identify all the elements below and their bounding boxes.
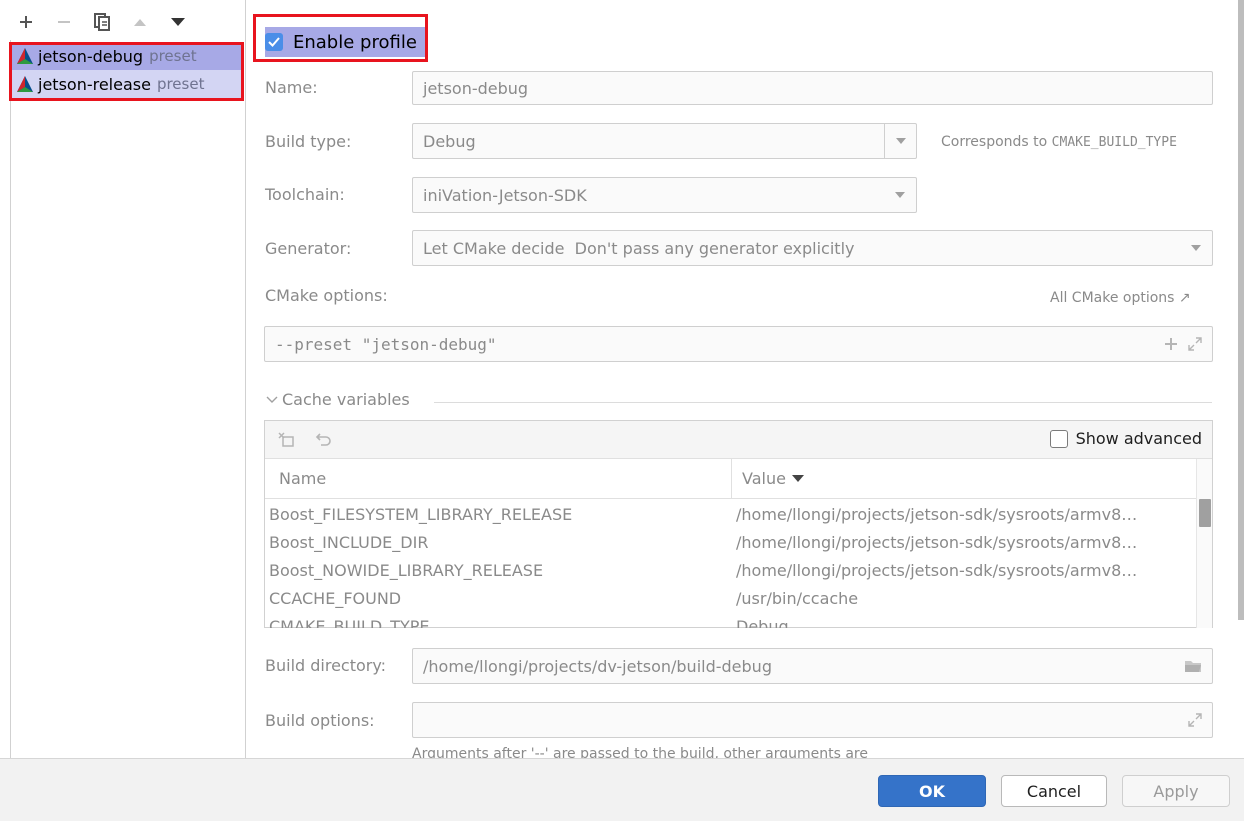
chevron-down-icon[interactable] <box>1180 231 1212 265</box>
build-directory-field[interactable]: /home/llongi/projects/dv-jetson/build-de… <box>412 648 1213 684</box>
cache-variables-toggle[interactable]: Cache variables <box>266 390 410 409</box>
profile-item-jetson-release[interactable]: jetson-release preset <box>12 70 244 98</box>
name-label: Name: <box>265 78 318 97</box>
profiles-pane <box>0 0 246 758</box>
show-advanced-checkbox[interactable] <box>1049 429 1068 448</box>
cancel-button[interactable]: Cancel <box>1001 775 1107 807</box>
build-options-field[interactable] <box>412 702 1213 738</box>
chevron-down-icon <box>266 396 278 403</box>
build-options-hint: Arguments after '--' are passed to the b… <box>412 746 868 758</box>
cache-table-header: Name Value <box>265 459 1197 499</box>
chevron-down-icon[interactable] <box>884 178 916 212</box>
cmake-icon <box>17 76 33 92</box>
show-advanced-toggle[interactable]: Show advanced <box>1049 429 1202 448</box>
profile-name: jetson-debug <box>38 46 144 66</box>
move-down-icon[interactable] <box>162 8 194 36</box>
generator-value: Let CMake decide Don't pass any generato… <box>423 238 855 258</box>
all-cmake-options-link[interactable]: All CMake options ↗ <box>1050 290 1191 306</box>
table-row[interactable]: CCACHE_FOUND /usr/bin/ccache <box>265 584 1197 612</box>
cmake-options-field[interactable]: --preset "jetson-debug" <box>264 326 1213 362</box>
profile-name: jetson-release <box>38 74 151 94</box>
profile-list: jetson-debug preset jetson-release prese… <box>12 42 244 98</box>
show-advanced-label: Show advanced <box>1075 429 1202 448</box>
section-divider <box>434 402 1212 403</box>
build-type-hint: Corresponds to CMAKE_BUILD_TYPE <box>941 134 1177 150</box>
cache-variables-panel: Show advanced Name Value Boost_FILESYSTE… <box>264 420 1213 628</box>
profile-item-jetson-debug[interactable]: jetson-debug preset <box>12 42 244 70</box>
chevron-down-icon[interactable] <box>884 124 916 158</box>
expand-icon[interactable] <box>1188 713 1202 727</box>
table-row[interactable]: Boost_FILESYSTEM_LIBRARY_RELEASE /home/l… <box>265 500 1197 528</box>
sort-desc-icon <box>791 475 804 482</box>
cache-toolbar: Show advanced <box>265 421 1212 459</box>
plus-icon[interactable] <box>1164 337 1178 351</box>
profile-tag: preset <box>149 47 197 65</box>
cmake-options-label: CMake options: <box>265 286 388 305</box>
dialog-footer: OK Cancel Apply <box>0 758 1244 821</box>
toolchain-label: Toolchain: <box>265 185 345 204</box>
cache-table-body: Boost_FILESYSTEM_LIBRARY_RELEASE /home/l… <box>265 500 1197 629</box>
undo-icon[interactable] <box>315 430 333 448</box>
name-value: jetson-debug <box>423 78 529 98</box>
expand-icon[interactable] <box>1188 337 1202 351</box>
pane-divider <box>10 40 11 758</box>
field-actions <box>1184 649 1202 683</box>
enable-profile-row[interactable]: Enable profile <box>265 27 425 57</box>
cache-scrollbar[interactable] <box>1196 459 1212 628</box>
toolchain-select[interactable]: iniVation-Jetson-SDK <box>412 177 917 213</box>
column-header-value[interactable]: Value <box>732 469 804 488</box>
build-type-label: Build type: <box>265 132 352 151</box>
name-field[interactable]: jetson-debug <box>412 71 1213 105</box>
profile-settings-pane <box>247 0 1244 758</box>
build-options-label: Build options: <box>265 711 375 730</box>
plus-icon[interactable] <box>10 8 42 36</box>
enable-profile-checkbox[interactable] <box>265 33 283 51</box>
build-directory-value: /home/llongi/projects/dv-jetson/build-de… <box>423 656 772 676</box>
build-type-value: Debug <box>423 131 476 151</box>
table-row[interactable]: CMAKE_BUILD_TYPE Debug <box>265 612 1197 629</box>
table-row[interactable]: Boost_INCLUDE_DIR /home/llongi/projects/… <box>265 528 1197 556</box>
check-icon <box>268 37 280 47</box>
folder-icon[interactable] <box>1184 659 1202 673</box>
apply-button[interactable]: Apply <box>1122 775 1230 807</box>
settings-scrollbar[interactable] <box>1238 0 1244 620</box>
field-actions <box>1164 327 1202 361</box>
cmake-options-value: --preset "jetson-debug" <box>275 334 497 354</box>
build-type-select[interactable]: Debug <box>412 123 917 159</box>
field-actions <box>1188 703 1202 737</box>
cache-variables-title: Cache variables <box>282 390 410 409</box>
generator-label: Generator: <box>265 239 352 258</box>
profiles-toolbar <box>10 8 194 36</box>
copy-icon[interactable] <box>86 8 118 36</box>
cmake-icon <box>17 48 33 64</box>
generator-select[interactable]: Let CMake decide Don't pass any generato… <box>412 230 1213 266</box>
build-directory-label: Build directory: <box>265 656 387 675</box>
scrollbar-thumb[interactable] <box>1199 499 1211 527</box>
move-up-icon[interactable] <box>124 8 156 36</box>
minus-icon[interactable] <box>48 8 80 36</box>
enable-profile-label: Enable profile <box>293 31 417 53</box>
clear-icon[interactable] <box>277 430 295 448</box>
ok-button[interactable]: OK <box>878 775 986 807</box>
table-row[interactable]: Boost_NOWIDE_LIBRARY_RELEASE /home/llong… <box>265 556 1197 584</box>
toolchain-value: iniVation-Jetson-SDK <box>423 185 587 205</box>
profile-tag: preset <box>156 75 205 93</box>
column-header-name[interactable]: Name <box>265 459 732 498</box>
